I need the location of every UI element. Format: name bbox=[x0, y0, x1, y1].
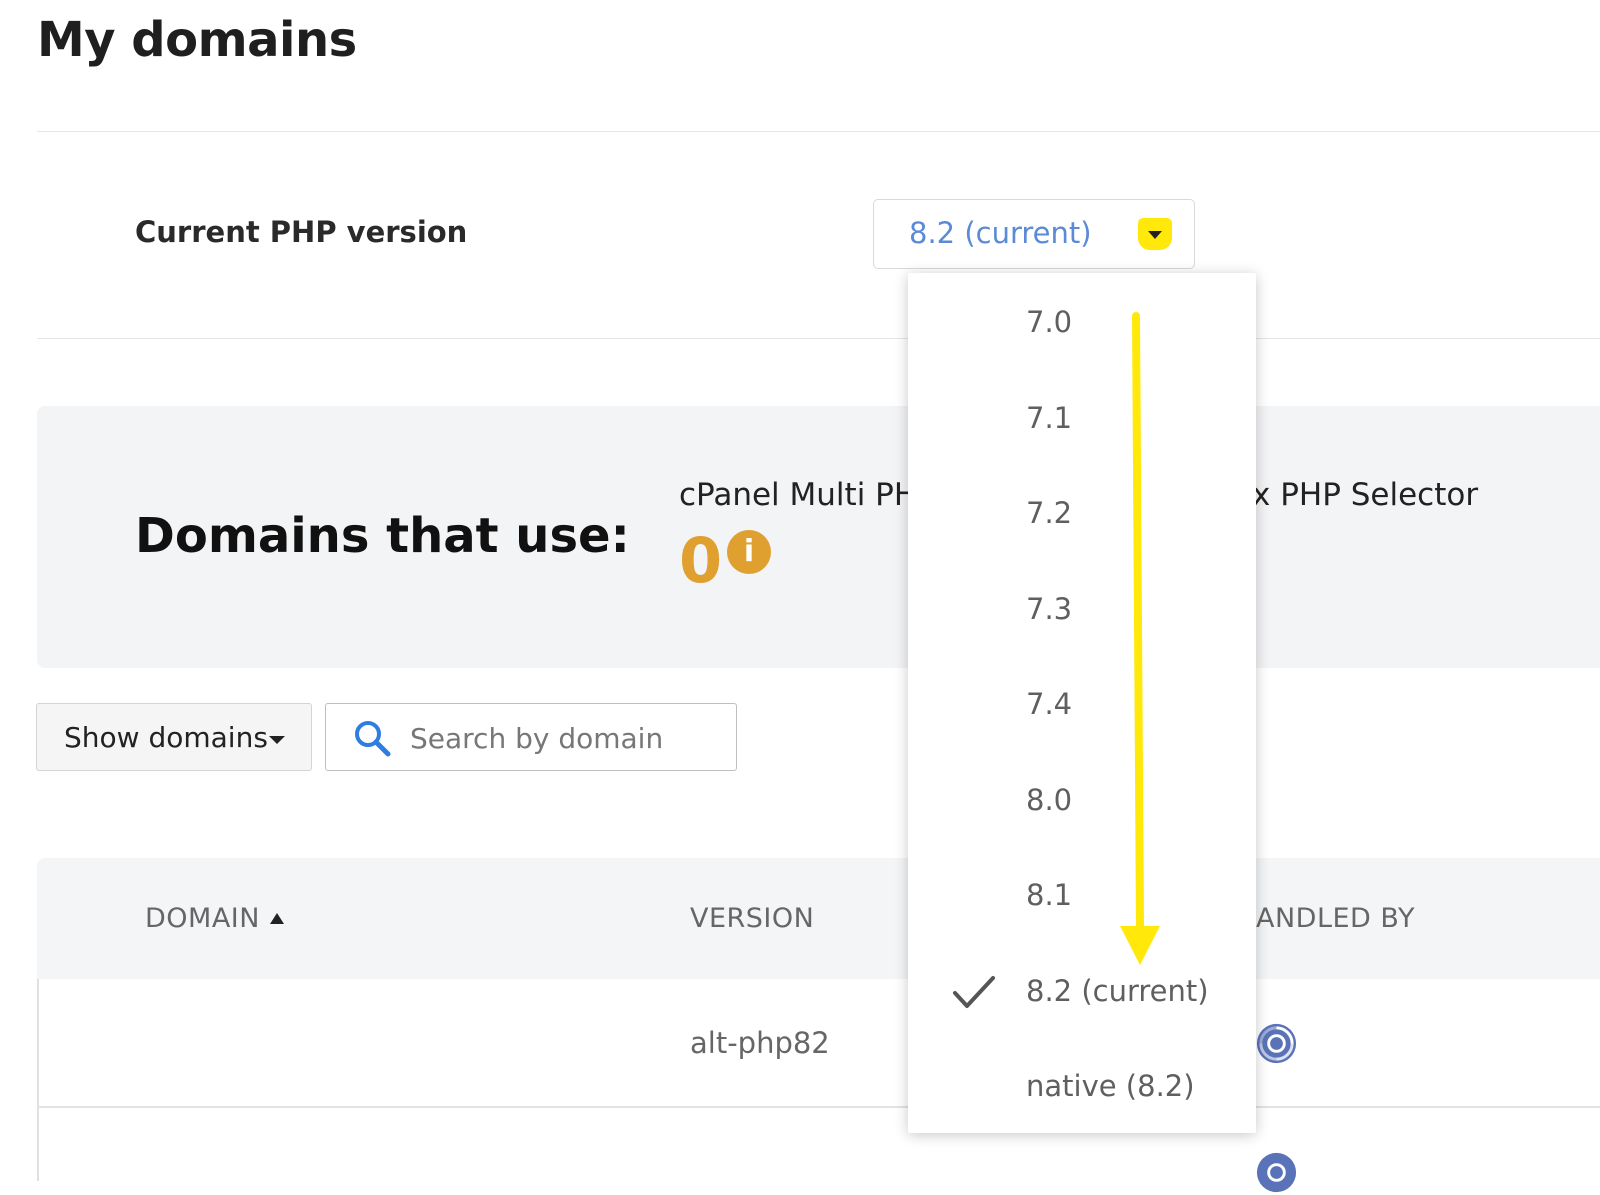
php-version-selected-value: 8.2 (current) bbox=[909, 216, 1092, 250]
search-box[interactable] bbox=[325, 703, 737, 771]
row-divider bbox=[37, 1106, 1600, 1108]
php-option-7-2[interactable]: 7.2 bbox=[908, 466, 1256, 562]
summary-label-cpanel: cPanel Multi PH bbox=[679, 477, 918, 513]
php-version-dropdown-menu: 7.0 7.1 7.2 7.3 7.4 8.0 8.1 8.2 (current… bbox=[908, 273, 1256, 1133]
php-option-7-1[interactable]: 7.1 bbox=[908, 371, 1256, 467]
php-version-label: Current PHP version bbox=[135, 215, 468, 249]
chevron-down-icon[interactable] bbox=[1138, 218, 1172, 250]
section-divider bbox=[37, 338, 1600, 339]
php-option-7-4[interactable]: 7.4 bbox=[908, 657, 1256, 753]
php-option-8-2-current[interactable]: 8.2 (current) bbox=[908, 944, 1256, 1040]
sort-ascending-icon[interactable] bbox=[270, 913, 284, 924]
search-icon bbox=[355, 721, 391, 757]
cloudlinux-logo-icon bbox=[1256, 1152, 1297, 1193]
php-option-label: 7.1 bbox=[1026, 400, 1073, 435]
php-option-7-0[interactable]: 7.0 bbox=[908, 275, 1256, 371]
php-option-label: 8.0 bbox=[1026, 782, 1073, 817]
php-option-label: 7.4 bbox=[1026, 687, 1073, 721]
page-title: My domains bbox=[37, 12, 357, 68]
php-option-label: 8.2 (current) bbox=[1026, 973, 1209, 1008]
php-option-7-3[interactable]: 7.3 bbox=[908, 562, 1256, 658]
summary-label-selector: x PHP Selector bbox=[1252, 477, 1479, 513]
title-divider bbox=[37, 131, 1600, 132]
php-option-8-0[interactable]: 8.0 bbox=[908, 753, 1256, 849]
php-option-label: 8.1 bbox=[1026, 878, 1073, 912]
cloudlinux-logo-icon bbox=[1256, 1023, 1297, 1064]
show-domains-label: Show domains bbox=[64, 721, 268, 754]
caret-down-icon bbox=[269, 736, 285, 744]
column-header-handled-by[interactable]: ANDLED BY bbox=[1256, 903, 1415, 934]
show-domains-button[interactable]: Show domains bbox=[36, 703, 312, 771]
column-header-domain[interactable]: DOMAIN bbox=[145, 903, 260, 934]
php-version-select[interactable]: 8.2 (current) bbox=[873, 199, 1195, 269]
table-border bbox=[37, 979, 39, 1181]
php-option-label: 7.3 bbox=[1026, 591, 1073, 626]
php-option-native[interactable]: native (8.2) bbox=[908, 1039, 1256, 1135]
summary-title: Domains that use: bbox=[135, 508, 630, 564]
search-input[interactable] bbox=[408, 714, 722, 762]
php-option-label: native (8.2) bbox=[1026, 1069, 1195, 1103]
php-option-label: 7.2 bbox=[1026, 496, 1073, 530]
table-row-version: alt-php82 bbox=[690, 1026, 830, 1060]
column-header-version[interactable]: VERSION bbox=[690, 903, 814, 934]
php-option-8-1[interactable]: 8.1 bbox=[908, 848, 1256, 944]
summary-count-cpanel: 0 bbox=[679, 524, 723, 597]
info-icon[interactable]: i bbox=[727, 530, 771, 574]
checkmark-icon bbox=[953, 975, 995, 1008]
php-option-label: 7.0 bbox=[1026, 305, 1073, 339]
